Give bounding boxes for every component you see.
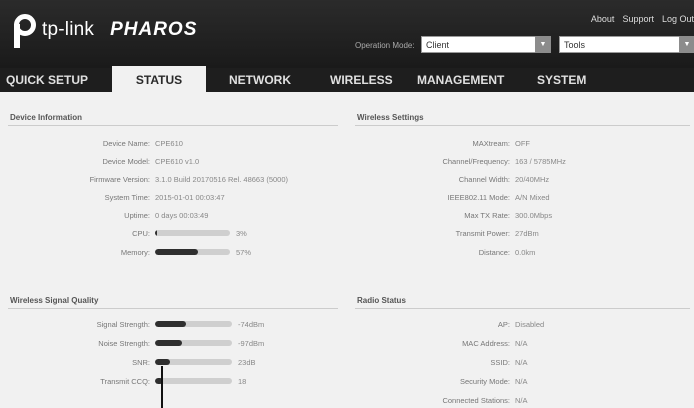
tab-wireless[interactable]: WIRELESS — [330, 68, 393, 92]
divider — [355, 125, 690, 126]
chevron-down-icon[interactable]: ▼ — [679, 36, 694, 53]
security-mode-value: N/A — [515, 377, 528, 386]
tab-network[interactable]: NETWORK — [229, 68, 291, 92]
tp-link-logo[interactable]: tp-link PHAROS — [6, 10, 197, 50]
security-mode-label: Security Mode: — [459, 377, 510, 386]
tab-quick-setup[interactable]: QUICK SETUP — [6, 68, 88, 92]
mouse-cursor-icon — [161, 366, 163, 408]
ieee-mode-label: IEEE802.11 Mode: — [447, 193, 510, 202]
cpu-usage-fill — [155, 230, 158, 236]
signal-strength-bar — [155, 321, 232, 327]
operation-mode-value: Client — [426, 40, 450, 50]
snr-value: 23dB — [238, 358, 256, 367]
chevron-down-icon[interactable]: ▼ — [535, 36, 551, 53]
radio-status-title: Radio Status — [357, 296, 406, 305]
memory-usage-fill — [155, 249, 198, 255]
operation-mode-label: Operation Mode: — [355, 41, 415, 50]
connected-stations-value: N/A — [515, 396, 528, 405]
device-info-title: Device Information — [10, 113, 83, 122]
mac-address-label: MAC Address: — [462, 339, 510, 348]
tools-value: Tools — [564, 40, 586, 50]
tab-status[interactable]: STATUS — [112, 66, 206, 92]
connected-stations-label: Connected Stations: — [442, 396, 510, 405]
maxtream-value: OFF — [515, 139, 530, 148]
tab-system[interactable]: SYSTEM — [537, 68, 586, 92]
transmit-power-value: 27dBm — [515, 229, 539, 238]
uptime-value: 0 days 00:03:49 — [155, 211, 209, 220]
channel-frequency-label: Channel/Frequency: — [442, 157, 510, 166]
top-links: About Support Log Out — [591, 14, 694, 24]
divider — [355, 308, 690, 309]
transmit-ccq-value: 18 — [238, 377, 247, 386]
memory-usage-bar — [155, 249, 230, 255]
tools-select[interactable]: Tools ▼ — [559, 36, 694, 53]
divider — [8, 308, 338, 309]
tp-link-logo-icon — [6, 12, 36, 48]
maxtream-label: MAXtream: — [472, 139, 510, 148]
distance-value: 0.0km — [515, 248, 536, 257]
snr-bar — [155, 359, 232, 365]
noise-strength-value: -97dBm — [238, 339, 265, 348]
transmit-power-label: Transmit Power: — [455, 229, 510, 238]
channel-width-label: Channel Width: — [458, 175, 510, 184]
divider — [8, 125, 338, 126]
signal-strength-label: Signal Strength: — [96, 320, 150, 329]
distance-label: Distance: — [478, 248, 510, 257]
firmware-version-label: Firmware Version: — [89, 175, 150, 184]
tab-management[interactable]: MANAGEMENT — [417, 68, 504, 92]
device-name-value: CPE610 — [155, 139, 183, 148]
noise-strength-bar — [155, 340, 232, 346]
top-header: tp-link PHAROS About Support Log Out Ope… — [0, 0, 694, 68]
operation-mode-select[interactable]: Client ▼ — [421, 36, 551, 53]
firmware-version-value: 3.1.0 Build 20170516 Rel. 48663 (5000) — [155, 175, 289, 184]
uptime-label: Uptime: — [124, 211, 150, 220]
device-model-value: CPE610 v1.0 — [155, 157, 200, 166]
ssid-value: N/A — [515, 358, 528, 367]
mac-address-value: N/A — [515, 339, 528, 348]
snr-fill — [155, 359, 171, 365]
signal-strength-value: -74dBm — [238, 320, 265, 329]
noise-strength-fill — [155, 340, 182, 346]
device-name-label: Device Name: — [102, 139, 150, 148]
product-name: PHAROS — [110, 19, 198, 40]
support-link[interactable]: Support — [622, 14, 654, 24]
transmit-ccq-bar — [155, 378, 232, 384]
ap-label: AP: — [497, 320, 510, 329]
wireless-settings-title: Wireless Settings — [357, 113, 424, 122]
cpu-usage-bar — [155, 230, 230, 236]
brand-name: tp-link — [42, 19, 95, 40]
memory-label: Memory: — [120, 248, 150, 257]
about-link[interactable]: About — [591, 14, 615, 24]
device-model-label: Device Model: — [102, 157, 150, 166]
logout-link[interactable]: Log Out — [662, 14, 694, 24]
ieee-mode-value: A/N Mixed — [515, 193, 550, 202]
main-nav: QUICK SETUP STATUS NETWORK WIRELESS MANA… — [0, 66, 694, 92]
max-tx-rate-value: 300.0Mbps — [515, 211, 553, 220]
ap-value: Disabled — [515, 320, 545, 329]
channel-width-value: 20/40MHz — [515, 175, 550, 184]
snr-label: SNR: — [132, 358, 150, 367]
system-time-value: 2015-01-01 00:03:47 — [155, 193, 225, 202]
noise-strength-label: Noise Strength: — [98, 339, 150, 348]
max-tx-rate-label: Max TX Rate: — [464, 211, 510, 220]
signal-quality-title: Wireless Signal Quality — [10, 296, 99, 305]
system-time-label: System Time: — [104, 193, 150, 202]
cpu-label: CPU: — [132, 229, 150, 238]
channel-frequency-value: 163 / 5785MHz — [515, 157, 566, 166]
signal-strength-fill — [155, 321, 186, 327]
transmit-ccq-label: Transmit CCQ: — [100, 377, 150, 386]
cpu-value: 3% — [236, 229, 247, 238]
memory-value: 57% — [236, 248, 252, 257]
ssid-label: SSID: — [490, 358, 510, 367]
